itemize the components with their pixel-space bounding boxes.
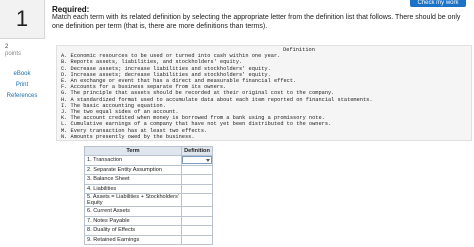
points-label: points (5, 51, 22, 57)
matching-table: Term Definition 1. Transaction 2. Separa… (84, 146, 213, 245)
required-instructions: Match each term with its related definit… (52, 14, 461, 30)
term-cell: 8. Duality of Effects (84, 225, 182, 236)
term-cell: 5. Assets = Liabilities + Stockholders' … (84, 193, 182, 207)
ebook-link[interactable]: eBook (0, 71, 44, 77)
required-title: Required: (52, 5, 90, 14)
table-header-row: Term Definition (84, 146, 213, 156)
table-row: 1. Transaction (84, 155, 213, 166)
definition-select-cell[interactable] (181, 234, 213, 245)
definition-select-cell[interactable] (181, 155, 213, 166)
table-row: 7. Notes Payable (84, 215, 213, 226)
print-link[interactable]: Print (0, 82, 44, 88)
term-cell: 7. Notes Payable (84, 215, 182, 226)
definition-select-cell[interactable] (181, 183, 213, 194)
definition-select-cell[interactable] (181, 174, 213, 185)
definition-select-cell[interactable] (181, 225, 213, 236)
references-link[interactable]: References (0, 93, 44, 99)
term-cell: 3. Balance Sheet (84, 174, 182, 185)
definition-item: N. Amounts presently owed by the busines… (61, 133, 195, 140)
term-cell: 4. Liabilities (84, 183, 182, 194)
question-content: Required: Match each term with its relat… (52, 5, 466, 31)
definition-select-cell[interactable] (181, 193, 213, 207)
definition-select-cell[interactable] (181, 206, 213, 217)
chevron-down-icon[interactable] (206, 159, 210, 163)
question-number: 1 (15, 6, 29, 31)
term-cell: 2. Separate Entity Assumption (84, 164, 182, 175)
definition-select[interactable] (182, 156, 212, 165)
question-sidebar: 2 points eBook Print References (0, 44, 44, 99)
term-cell: 1. Transaction (84, 155, 182, 166)
table-row: 5. Assets = Liabilities + Stockholders' … (84, 193, 213, 207)
definition-column-header: Definition (181, 146, 213, 156)
term-cell: 6. Current Assets (84, 206, 182, 217)
definition-list: Definition A. Economic resources to be u… (56, 45, 472, 141)
question-number-box: 1 (0, 0, 45, 39)
table-row: 2. Separate Entity Assumption (84, 164, 213, 175)
table-row: 9. Retained Earnings (84, 234, 213, 245)
term-column-header: Term (84, 146, 182, 156)
table-row: 4. Liabilities (84, 183, 213, 194)
term-cell: 9. Retained Earnings (84, 234, 182, 245)
definition-heading: Definition (283, 47, 315, 53)
points-value: 2 (5, 44, 9, 50)
definition-select-cell[interactable] (181, 164, 213, 175)
definition-select-cell[interactable] (181, 215, 213, 226)
table-row: 3. Balance Sheet (84, 174, 213, 185)
table-row: 6. Current Assets (84, 206, 213, 217)
table-row: 8. Duality of Effects (84, 225, 213, 236)
